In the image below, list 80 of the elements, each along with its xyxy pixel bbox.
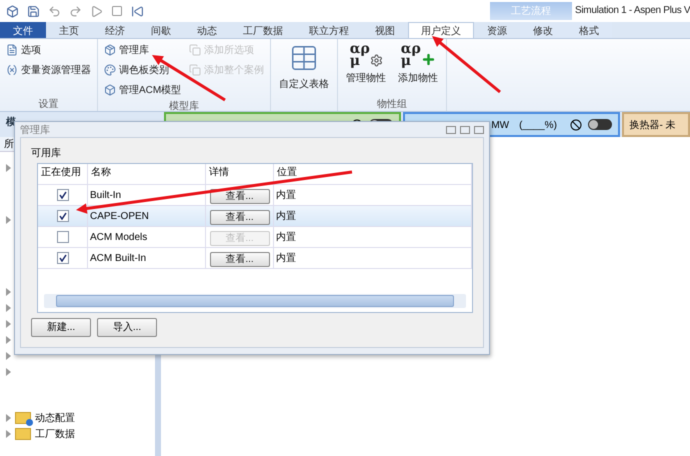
maximize-icon[interactable] <box>460 126 470 134</box>
disabled-icon <box>570 118 582 130</box>
column-header: 位置 <box>274 164 472 184</box>
group-label: 物性组 <box>376 98 408 111</box>
status-text: MW (____%) <box>491 118 557 132</box>
minimize-icon[interactable] <box>446 126 456 134</box>
folder-icon <box>15 428 31 440</box>
table-row[interactable]: ACM Built-In 查看... 内置 <box>38 248 472 269</box>
table-cell: 内置 <box>274 206 472 226</box>
property-symbol: αρ μ <box>400 43 421 67</box>
table-cell: 内置 <box>274 248 472 268</box>
copy-icon <box>189 64 202 76</box>
table-cell: ACM Models <box>88 227 206 247</box>
window-title: Simulation 1 - Aspen Plus V <box>575 5 690 16</box>
ribbon-tab[interactable]: 工厂数据 <box>230 22 296 38</box>
ribbon-tab[interactable]: 资源 <box>474 22 520 38</box>
toggle-switch[interactable] <box>588 119 612 130</box>
checkbox[interactable] <box>56 189 68 201</box>
ribbon-button[interactable]: αρ μ 添加物性 <box>396 41 440 85</box>
table-row[interactable]: Built-In 查看... 内置 <box>38 185 472 206</box>
ribbon-tab[interactable]: 视图 <box>362 22 408 38</box>
ribbon-tab[interactable]: 动态 <box>184 22 230 38</box>
undo-icon[interactable] <box>48 4 61 18</box>
status-text: 换热器- 未 <box>630 118 676 132</box>
horizontal-scrollbar[interactable] <box>44 294 466 308</box>
ribbon-tab[interactable]: 文件 <box>0 22 46 38</box>
package-icon <box>104 44 116 56</box>
reset-icon[interactable] <box>131 4 144 18</box>
context-tab-header: 工艺流程 <box>490 2 572 20</box>
column-header: 详情 <box>206 164 274 184</box>
folder-badge-icon <box>15 412 31 424</box>
ribbon-button[interactable]: 变量资源管理器 <box>6 61 91 79</box>
table-cell: ACM Built-In <box>88 248 206 268</box>
copy-icon <box>189 44 202 56</box>
property-symbol: αρ μ <box>350 43 370 67</box>
redo-icon[interactable] <box>69 4 82 18</box>
palette-icon <box>104 64 116 76</box>
ribbon-tab[interactable]: 用户定义 <box>408 22 474 38</box>
checkbox[interactable] <box>56 231 68 243</box>
checkbox[interactable] <box>56 252 68 264</box>
gear-icon <box>370 54 383 67</box>
ribbon-button[interactable]: 管理ACM模型 <box>104 81 182 99</box>
ribbon-tab[interactable]: 主页 <box>46 22 92 38</box>
column-header: 名称 <box>88 164 206 184</box>
tree-item[interactable]: 工厂数据 <box>35 426 75 440</box>
column-header: 正在使用 <box>38 164 88 184</box>
dialog-button[interactable]: 导入... <box>97 318 157 337</box>
tree-item[interactable]: 动态配置 <box>35 410 75 424</box>
group-label: 模型库 <box>168 100 200 113</box>
ribbon-tab[interactable]: 经济 <box>92 22 138 38</box>
dialog-button[interactable]: 新建... <box>31 318 91 337</box>
group-label: 可用库 <box>31 146 62 160</box>
ribbon-tab[interactable]: 联立方程 <box>296 22 362 38</box>
ribbon-tab[interactable]: 间歇 <box>138 22 184 38</box>
group-label: 设置 <box>38 98 60 111</box>
close-icon[interactable] <box>474 126 484 134</box>
view-button[interactable]: 查看... <box>210 252 270 266</box>
play-icon[interactable] <box>90 4 103 18</box>
variable-icon <box>6 64 18 76</box>
cube-icon <box>104 84 116 96</box>
table-row[interactable]: CAPE-OPEN 查看... 内置 <box>38 206 472 227</box>
view-button[interactable]: 查看... <box>210 188 270 204</box>
plus-icon <box>420 52 436 67</box>
table-cell: Built-In <box>88 185 206 205</box>
view-button[interactable]: 查看... <box>210 210 270 224</box>
table-cell: CAPE-OPEN <box>88 206 206 226</box>
ribbon-button[interactable]: 自定义表格 <box>277 41 332 91</box>
table-cell: 内置 <box>274 227 472 247</box>
checkbox[interactable] <box>56 210 68 222</box>
table-cell: 内置 <box>274 185 472 205</box>
ribbon-button[interactable]: 管理库 <box>104 41 182 59</box>
ribbon-button[interactable]: αρ μ 管理物性 <box>344 41 388 85</box>
stop-icon[interactable] <box>111 5 123 17</box>
document-icon <box>6 44 18 56</box>
table-row[interactable]: ACM Models 查看... 内置 <box>38 227 472 248</box>
ribbon-button[interactable]: 选项 <box>6 41 91 59</box>
dialog-title: 管理库 <box>20 124 50 136</box>
app-logo-icon <box>6 4 19 18</box>
save-icon[interactable] <box>27 4 40 18</box>
ribbon-button[interactable]: 调色板类别 <box>104 61 182 79</box>
